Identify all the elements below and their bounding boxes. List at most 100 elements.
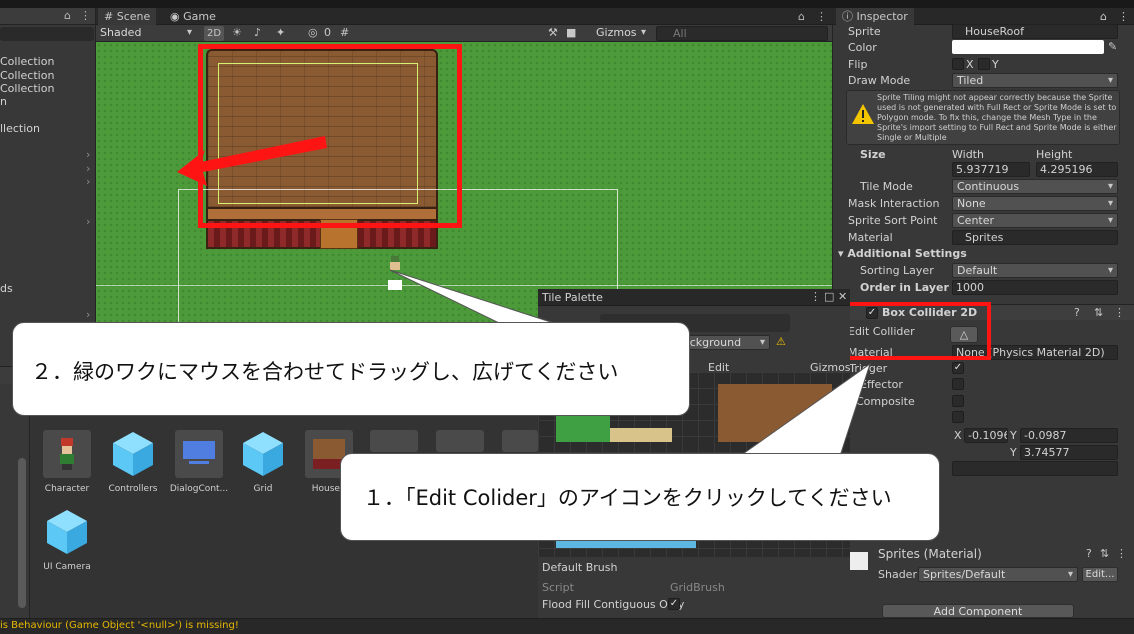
tile-mode-label: Tile Mode <box>860 180 913 193</box>
shader-edit-button[interactable]: Edit... <box>1082 567 1118 582</box>
grid-icon[interactable]: # <box>340 26 349 39</box>
shading-dropdown[interactable]: Shaded <box>96 26 196 41</box>
flip-label: Flip <box>848 58 868 71</box>
gamepad-icon: ◉ <box>170 10 180 23</box>
tab-inspector[interactable]: ⓘ Inspector <box>836 8 914 25</box>
lock-icon[interactable]: ⌂ <box>798 10 805 23</box>
flood-fill-checkbox[interactable]: ✓ <box>668 598 680 610</box>
offset-x-field[interactable]: -0.1096 <box>964 428 1008 443</box>
flip-x-checkbox[interactable] <box>952 58 964 70</box>
help-icon[interactable]: ? <box>1086 547 1092 560</box>
order-in-layer-label: Order in Layer <box>860 281 949 294</box>
prefab-cube-icon <box>239 430 287 478</box>
auto-tiling-checkbox[interactable] <box>952 411 964 423</box>
gizmos-dropdown[interactable]: Gizmos <box>592 26 650 41</box>
hierarchy-item[interactable]: ds <box>0 282 13 295</box>
preset-icon[interactable]: ⇅ <box>1094 306 1103 319</box>
add-component-button[interactable]: Add Component <box>882 604 1074 618</box>
kebab-menu-icon[interactable]: ⋮ <box>1116 547 1127 560</box>
hierarchy-item[interactable]: Collection <box>0 82 54 95</box>
asset-item[interactable]: Character <box>34 430 100 494</box>
brush-dropdown[interactable]: Default Brush <box>542 561 617 574</box>
scene-search-input[interactable]: All <box>656 26 828 41</box>
effects-icon[interactable]: ✦ <box>276 26 285 39</box>
2d-toggle[interactable]: 2D <box>204 26 224 41</box>
red-arrow <box>177 136 327 186</box>
sprite-field[interactable]: HouseRoof <box>952 24 1118 39</box>
sorting-layer-dropdown[interactable]: Default <box>952 263 1118 278</box>
sand-tile[interactable] <box>610 428 672 442</box>
maximize-icon[interactable]: □ <box>824 290 834 303</box>
hierarchy-item[interactable]: Collection <box>0 69 54 82</box>
offset-y-label: Y <box>1010 429 1017 442</box>
hierarchy-search[interactable] <box>0 27 94 41</box>
flip-y-checkbox[interactable] <box>978 58 990 70</box>
preset-icon[interactable]: ⇅ <box>1100 547 1109 560</box>
kebab-menu-icon[interactable]: ⋮ <box>1114 306 1125 319</box>
lighting-icon[interactable]: ☀ <box>232 26 242 39</box>
height-field[interactable]: 4.295196 <box>1036 162 1118 177</box>
shader-dropdown[interactable]: Sprites/Default <box>918 567 1078 582</box>
chevron-right-icon[interactable]: › <box>86 175 90 188</box>
draw-mode-dropdown[interactable]: Tiled <box>952 73 1118 88</box>
tiling-warning: Sprite Tiling might not appear correctly… <box>846 90 1120 145</box>
tile-mode-dropdown[interactable]: Continuous <box>952 179 1118 194</box>
tab-game[interactable]: ◉ Game <box>164 8 222 25</box>
callout-tail-step1 <box>738 362 871 457</box>
width-field[interactable]: 5.937719 <box>952 162 1030 177</box>
chevron-right-icon[interactable]: › <box>86 308 90 321</box>
is-trigger-checkbox[interactable]: ✓ <box>952 362 964 374</box>
size-y-label: Y <box>1010 446 1017 459</box>
kebab-menu-icon[interactable]: ⋮ <box>80 9 91 22</box>
asset-thumbnail-partial[interactable] <box>502 430 538 452</box>
hierarchy-item[interactable]: llection <box>0 122 40 135</box>
camera-icon[interactable]: ■ <box>566 26 576 39</box>
asset-item[interactable]: DialogCont... <box>166 430 232 494</box>
chevron-right-icon[interactable]: › <box>86 148 90 161</box>
mask-interaction-dropdown[interactable]: None <box>952 196 1118 211</box>
tab-scene[interactable]: # Scene <box>98 8 157 25</box>
close-icon[interactable]: ✕ <box>838 290 847 303</box>
used-by-composite-checkbox[interactable] <box>952 395 964 407</box>
hierarchy-item[interactable]: n <box>0 95 7 108</box>
asset-item[interactable]: Grid <box>230 430 296 494</box>
sprites-material-title: Sprites (Material) <box>878 547 982 561</box>
material-field[interactable]: Sprites <box>952 230 1118 245</box>
grass-tile[interactable] <box>556 416 610 442</box>
additional-settings-foldout[interactable]: ▾ Additional Settings <box>838 247 967 260</box>
order-in-layer-field[interactable]: 1000 <box>952 280 1118 295</box>
chevron-right-icon[interactable]: › <box>86 215 90 228</box>
chevron-right-icon[interactable]: › <box>86 162 90 175</box>
lock-icon[interactable]: ⌂ <box>1100 10 1107 23</box>
callout-step2: ２．緑のワクにマウスを合わせてドラッグし、広げてください <box>12 322 690 416</box>
used-by-effector-checkbox[interactable] <box>952 378 964 390</box>
audio-icon[interactable]: ♪ <box>254 26 261 39</box>
lock-icon[interactable]: ⌂ <box>64 9 71 22</box>
color-swatch[interactable] <box>952 40 1104 54</box>
kebab-menu-icon[interactable]: ⋮ <box>1118 10 1129 23</box>
asset-thumbnail-partial[interactable] <box>370 430 418 452</box>
asset-item[interactable]: UI Camera <box>34 508 100 572</box>
scrollbar[interactable] <box>18 458 26 608</box>
hierarchy-item[interactable]: Collection <box>0 55 54 68</box>
tools-icon[interactable]: ⚒ <box>548 26 558 39</box>
draw-mode-label: Draw Mode <box>848 74 911 87</box>
offset-y-field[interactable]: -0.0987 <box>1020 428 1118 443</box>
asset-item[interactable]: Controllers <box>100 430 166 494</box>
asset-thumbnail-partial[interactable] <box>436 430 484 452</box>
callout-step1-text: １．「Edit Colider」のアイコンをクリックしてください <box>363 486 892 510</box>
visibility-icon[interactable]: ◎ <box>308 26 318 39</box>
tab-game-label: Game <box>183 10 216 23</box>
prefab-cube-icon <box>43 508 91 556</box>
kebab-menu-icon[interactable]: ⋮ <box>816 10 827 23</box>
size-y-field[interactable]: 3.74577 <box>1020 445 1118 460</box>
inspector-header: ⓘ Inspector ⌂ ⋮ <box>832 8 1134 25</box>
help-icon[interactable]: ? <box>1074 306 1080 319</box>
eyedropper-icon[interactable]: ✎ <box>1108 40 1117 53</box>
sprite-sort-point-dropdown[interactable]: Center <box>952 213 1118 228</box>
hierarchy-header: ⌂ ⋮ <box>0 8 95 25</box>
edge-radius-field[interactable] <box>952 461 1118 476</box>
material-preview <box>850 552 868 570</box>
kebab-menu-icon[interactable]: ⋮ <box>810 290 821 303</box>
status-message[interactable]: is Behaviour (Game Object '<null>') is m… <box>0 620 239 631</box>
